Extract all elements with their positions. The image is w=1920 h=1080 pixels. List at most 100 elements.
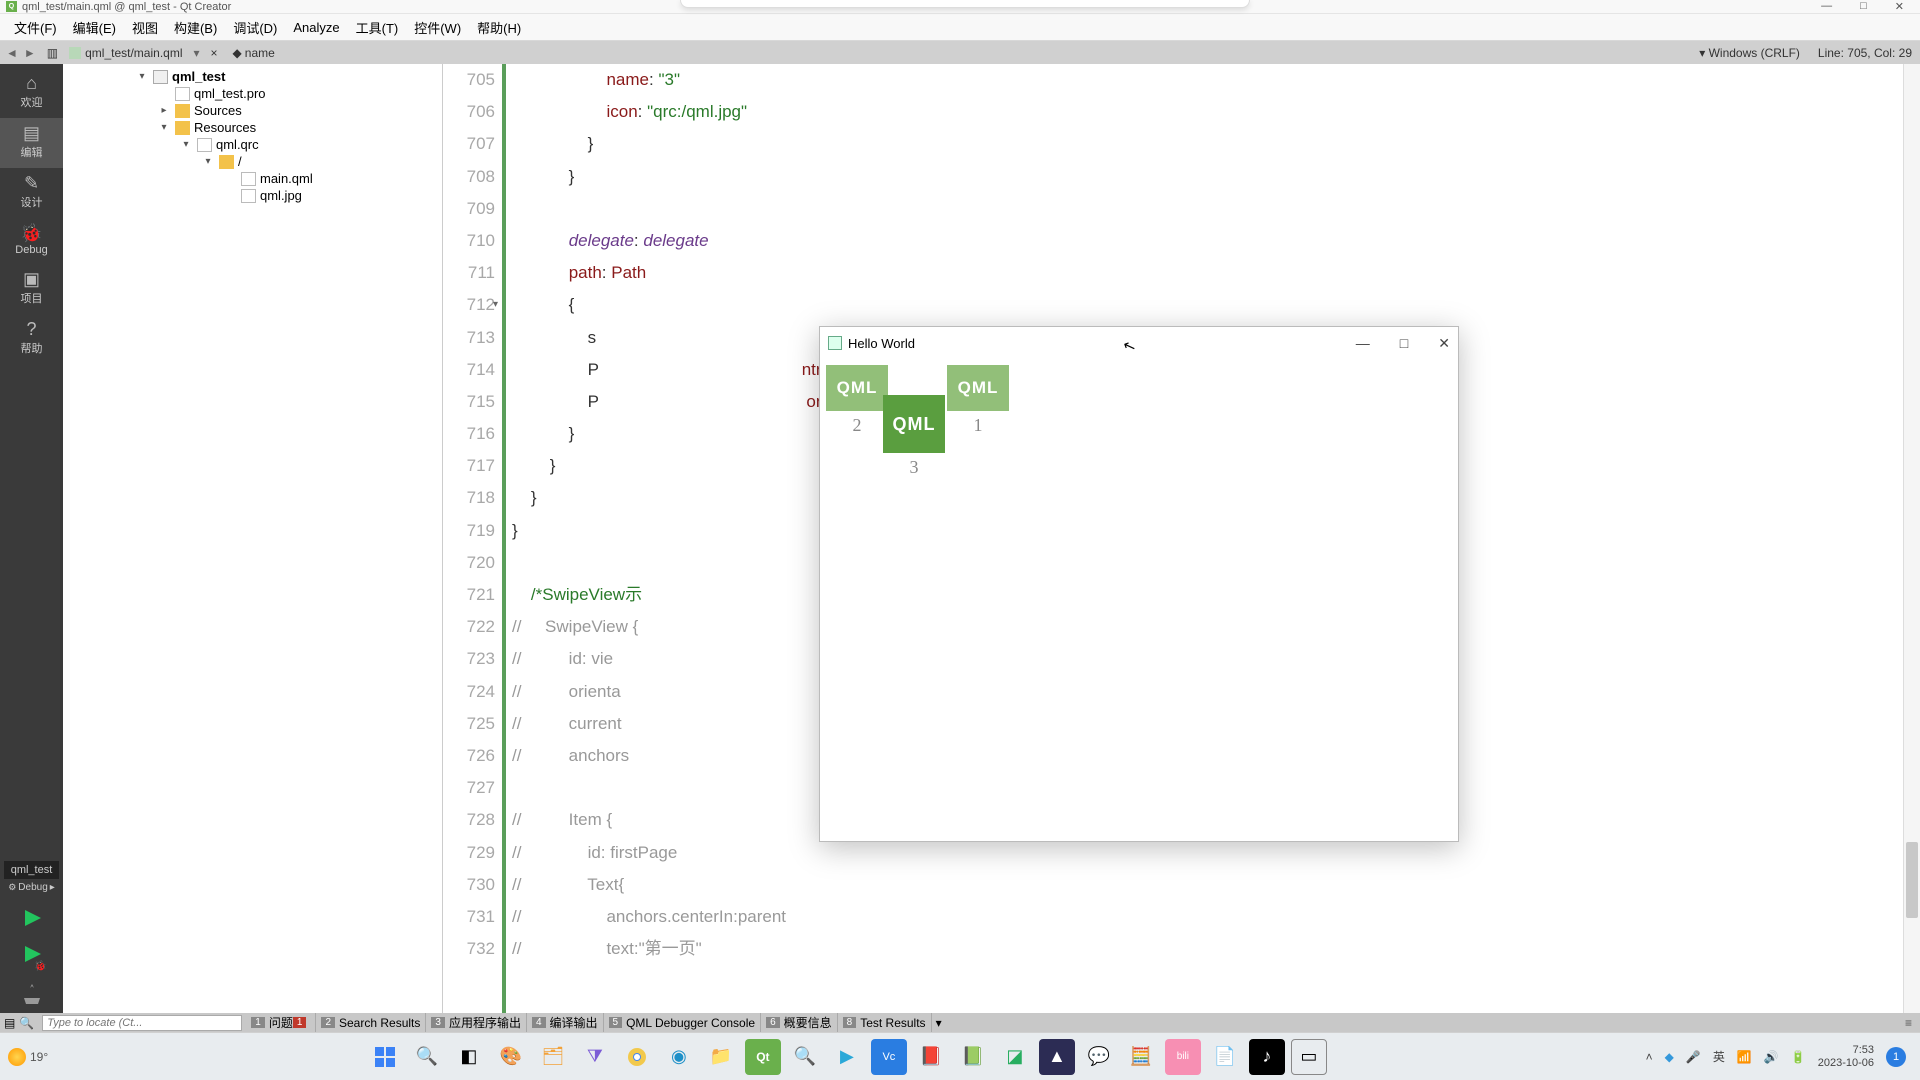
tree-row[interactable]: qml.jpg xyxy=(63,187,442,204)
running-app-icon[interactable]: ▭ xyxy=(1291,1039,1327,1075)
code-line[interactable] xyxy=(512,193,1903,225)
code-line[interactable]: // text:"第一页" xyxy=(512,933,1903,965)
menu-item[interactable]: 调试(D) xyxy=(225,16,285,39)
tree-row[interactable]: qml_test.pro xyxy=(63,85,442,102)
tree-row[interactable]: ▾Resources xyxy=(63,119,442,136)
editor-vertical-scrollbar[interactable] xyxy=(1903,64,1920,1013)
wps-icon[interactable]: 📗 xyxy=(955,1039,991,1075)
mode-设计[interactable]: ✎设计 xyxy=(0,168,63,218)
output-tab[interactable]: 6概要信息 xyxy=(761,1013,838,1032)
paint-icon[interactable]: 🎨 xyxy=(493,1039,529,1075)
tree-row[interactable]: ▾/ xyxy=(63,153,442,170)
volume-icon[interactable]: 🔊 xyxy=(1764,1050,1779,1064)
output-dropdown-button[interactable]: ▾ xyxy=(932,1016,946,1030)
output-tab[interactable]: 1问题 1 xyxy=(246,1013,316,1032)
pdf-icon[interactable]: 📕 xyxy=(913,1039,949,1075)
microphone-icon[interactable]: 🎤 xyxy=(1686,1050,1701,1064)
start-button[interactable] xyxy=(367,1039,403,1075)
output-tab[interactable]: 4编译输出 xyxy=(527,1013,604,1032)
build-button[interactable] xyxy=(12,977,52,1011)
output-tab[interactable]: 2Search Results xyxy=(316,1013,426,1032)
output-tab[interactable]: 5QML Debugger Console xyxy=(604,1013,762,1032)
encoding-selector[interactable]: ▾ Windows (CRLF) xyxy=(1699,46,1800,60)
mode-Debug[interactable]: 🐞Debug xyxy=(0,218,63,264)
search-button[interactable]: 🔍 xyxy=(409,1039,445,1075)
debug-button[interactable]: 🐞 xyxy=(12,939,52,973)
code-line[interactable]: // anchors.centerIn:parent xyxy=(512,901,1903,933)
bilibili-icon[interactable]: bili xyxy=(1165,1039,1201,1075)
scrollbar-thumb[interactable] xyxy=(1906,842,1918,918)
symbol-prev-button[interactable]: ◆ xyxy=(230,46,245,60)
tree-toggle-icon[interactable]: ▾ xyxy=(201,156,215,167)
menu-item[interactable]: 帮助(H) xyxy=(469,16,529,39)
fold-icon[interactable]: ▾ xyxy=(493,289,498,321)
media-icon[interactable]: ▶ xyxy=(829,1039,865,1075)
battery-icon[interactable]: 🔋 xyxy=(1791,1050,1806,1064)
maximize-button[interactable]: □ xyxy=(1860,0,1867,13)
edge-icon[interactable]: ◉ xyxy=(661,1039,697,1075)
build-target-selector[interactable]: qml_test⚙Debug▸ xyxy=(0,855,63,899)
ime-indicator[interactable]: 英 xyxy=(1713,1048,1725,1065)
pathview-item-3[interactable]: QML 3 xyxy=(883,395,945,478)
code-line[interactable]: } xyxy=(512,128,1903,160)
weather-widget[interactable]: 19° xyxy=(8,1048,48,1066)
minimize-button[interactable]: — xyxy=(1821,0,1832,13)
code-line[interactable]: } xyxy=(512,161,1903,193)
mode-帮助[interactable]: ?帮助 xyxy=(0,314,63,364)
tree-toggle-icon[interactable]: ▾ xyxy=(179,139,193,150)
menu-item[interactable]: 工具(T) xyxy=(348,16,407,39)
pathview-item-1[interactable]: QML 1 xyxy=(947,365,1009,436)
output-tab[interactable]: 8Test Results xyxy=(838,1013,932,1032)
notification-badge[interactable]: 1 xyxy=(1886,1047,1906,1067)
split-editor-button[interactable]: ▥ xyxy=(42,46,63,60)
running-app-titlebar[interactable]: Hello World — □ ✕ xyxy=(820,327,1458,359)
menu-item[interactable]: 视图 xyxy=(124,16,166,39)
project-tree[interactable]: ▾qml_testqml_test.pro▸Sources▾Resources▾… xyxy=(63,64,443,1013)
tree-row[interactable]: ▾qml_test xyxy=(63,68,442,85)
menu-item[interactable]: 控件(W) xyxy=(406,16,469,39)
running-app-minimize[interactable]: — xyxy=(1356,335,1370,352)
code-line[interactable]: delegate: delegate xyxy=(512,225,1903,257)
mode-欢迎[interactable]: ⌂欢迎 xyxy=(0,68,63,118)
menu-item[interactable]: Analyze xyxy=(285,18,347,37)
running-app-close[interactable]: ✕ xyxy=(1438,335,1450,352)
task-view-button[interactable]: ◧ xyxy=(451,1039,487,1075)
folder-icon[interactable]: 📁 xyxy=(703,1039,739,1075)
clock[interactable]: 7:53 2023-10-06 xyxy=(1818,1044,1874,1070)
running-app-content[interactable]: QML 2 QML 1 QML 3 xyxy=(820,359,1458,841)
app-green-icon[interactable]: ◪ xyxy=(997,1039,1033,1075)
nav-back-button[interactable]: ◄ xyxy=(3,46,21,60)
tiktok-icon[interactable]: ♪ xyxy=(1249,1039,1285,1075)
tree-toggle-icon[interactable]: ▾ xyxy=(157,122,171,133)
notepad-icon[interactable]: 📄 xyxy=(1207,1039,1243,1075)
menu-item[interactable]: 文件(F) xyxy=(6,16,65,39)
tree-row[interactable]: main.qml xyxy=(63,170,442,187)
run-button[interactable] xyxy=(12,901,52,935)
vs-icon[interactable]: ⧩ xyxy=(577,1039,613,1075)
tray-app-icon[interactable]: ◆ xyxy=(1665,1050,1674,1064)
running-app-window[interactable]: Hello World — □ ✕ QML 2 QML 1 QML 3 xyxy=(819,326,1459,842)
mode-项目[interactable]: ▣项目 xyxy=(0,264,63,314)
qt-app-icon[interactable]: Qt xyxy=(745,1039,781,1075)
menu-item[interactable]: 编辑(E) xyxy=(65,16,124,39)
locator-input[interactable] xyxy=(42,1015,242,1031)
tree-row[interactable]: ▾qml.qrc xyxy=(63,136,442,153)
code-line[interactable]: icon: "qrc:/qml.jpg" xyxy=(512,96,1903,128)
output-tab[interactable]: 3应用程序输出 xyxy=(426,1013,527,1032)
calc-icon[interactable]: 🧮 xyxy=(1123,1039,1159,1075)
chrome-icon[interactable] xyxy=(619,1039,655,1075)
code-line[interactable]: name: "3" xyxy=(512,64,1903,96)
file-tab[interactable]: qml_test/main.qml xyxy=(63,46,188,60)
vnc-icon[interactable]: Vc xyxy=(871,1039,907,1075)
wechat-icon[interactable]: 💬 xyxy=(1081,1039,1117,1075)
close-file-button[interactable]: × xyxy=(205,46,224,60)
menu-item[interactable]: 构建(B) xyxy=(166,16,225,39)
code-line[interactable]: // Text{ xyxy=(512,869,1903,901)
code-line[interactable]: path: Path xyxy=(512,257,1903,289)
code-line[interactable]: { xyxy=(512,289,1903,321)
running-app-maximize[interactable]: □ xyxy=(1400,335,1408,352)
everything-icon[interactable]: 🔍 xyxy=(787,1039,823,1075)
mode-编辑[interactable]: ▤编辑 xyxy=(0,118,63,168)
pathview-item-2[interactable]: QML 2 xyxy=(826,365,888,436)
tree-row[interactable]: ▸Sources xyxy=(63,102,442,119)
